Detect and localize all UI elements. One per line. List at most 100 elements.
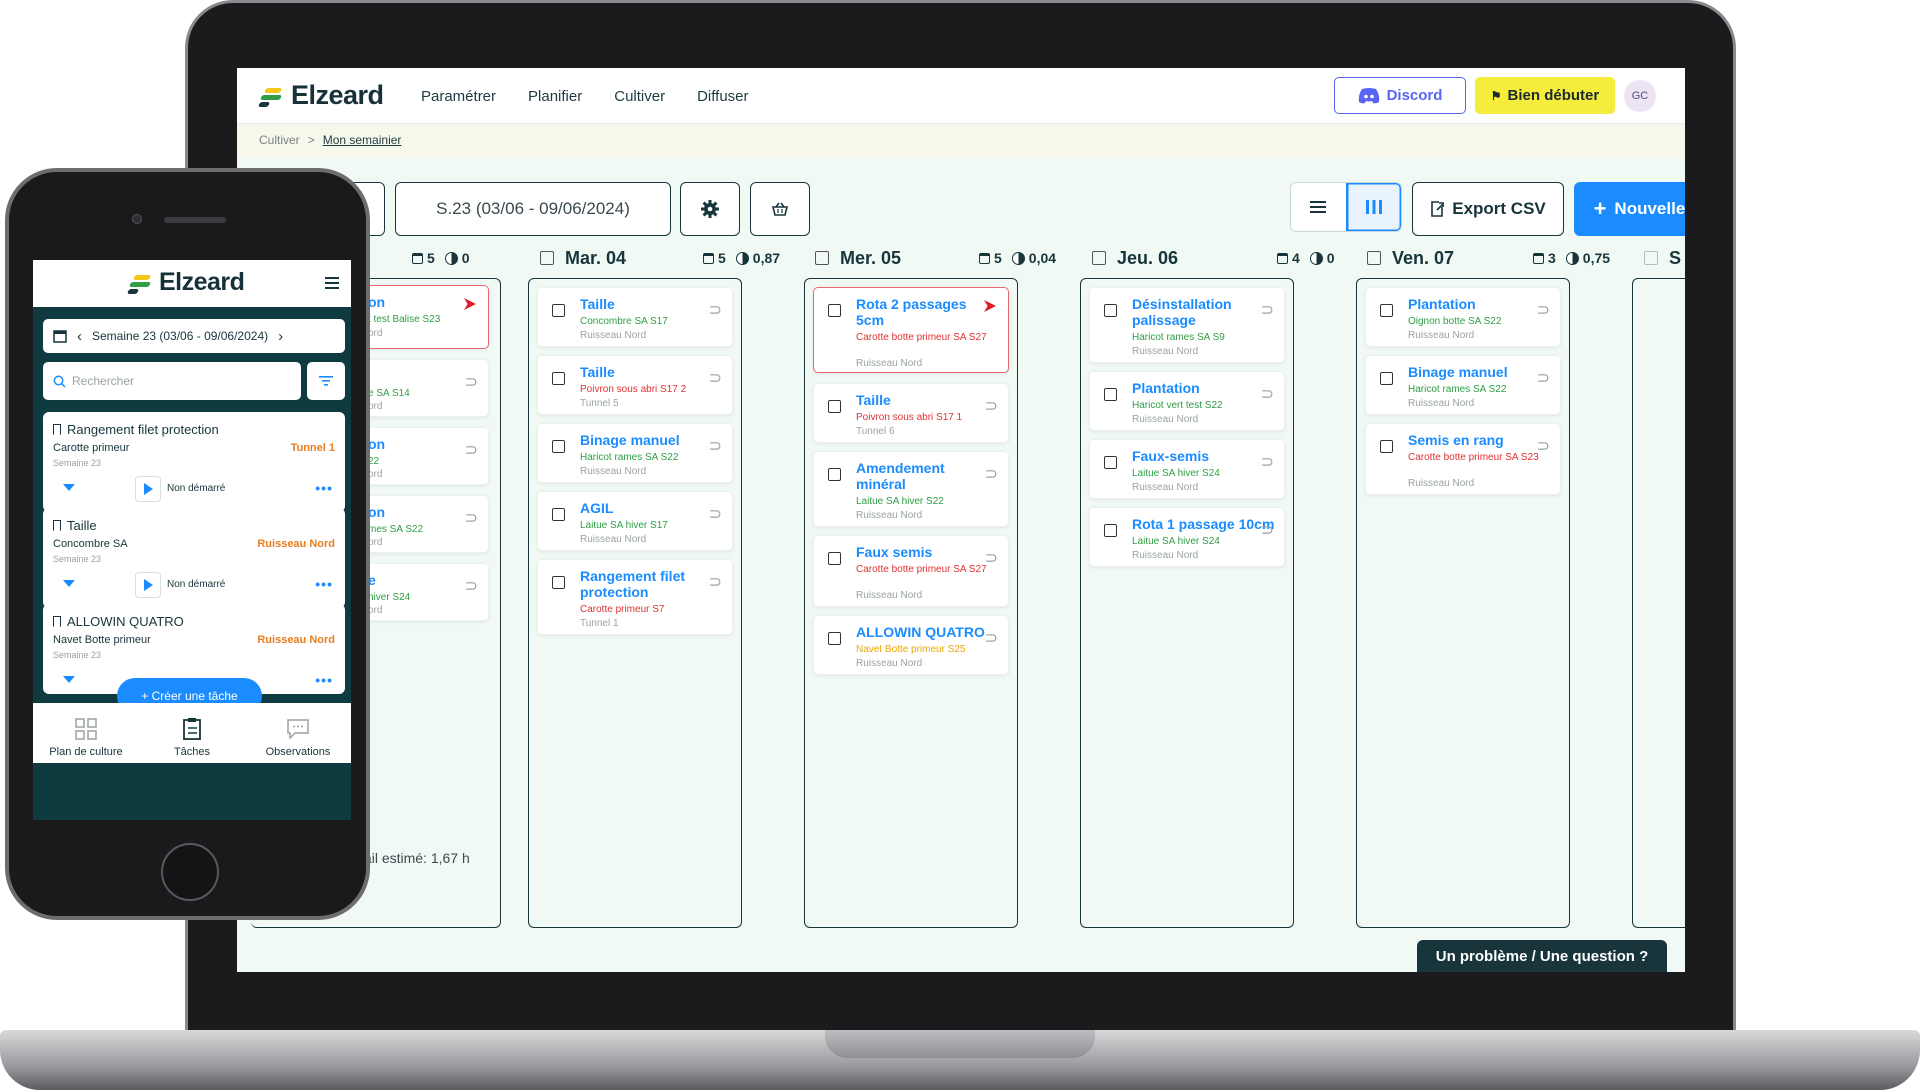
expand-icon[interactable]	[63, 484, 75, 491]
new-task-button[interactable]: + Nouvelle tâche	[1574, 182, 1685, 236]
postpone-icon[interactable]: ⊃	[1537, 368, 1550, 388]
postpone-icon[interactable]: ⊃	[709, 572, 722, 592]
task-checkbox[interactable]	[552, 508, 565, 521]
postpone-icon[interactable]: ⊃	[465, 440, 478, 460]
breadcrumb-current[interactable]: Mon semainier	[323, 133, 402, 147]
task-card[interactable]: Taille Poivron sous abri S17 2 Tunnel 5 …	[537, 355, 733, 415]
phone-home-button[interactable]	[161, 843, 219, 901]
task-card[interactable]: AGIL Laitue SA hiver S17 Ruisseau Nord ⊃	[537, 491, 733, 551]
breadcrumb-parent[interactable]: Cultiver	[259, 133, 300, 147]
postpone-icon[interactable]: ⊃	[1537, 436, 1550, 456]
day-select-checkbox[interactable]	[540, 251, 554, 265]
bookmark-icon[interactable]	[53, 424, 61, 435]
task-checkbox[interactable]	[828, 468, 841, 481]
task-checkbox[interactable]	[828, 400, 841, 413]
next-week-icon[interactable]: ›	[278, 328, 283, 345]
task-checkbox[interactable]	[828, 304, 841, 317]
postpone-icon[interactable]: ⊃	[709, 504, 722, 524]
task-checkbox[interactable]	[1104, 524, 1117, 537]
mobile-search-input[interactable]: Rechercher	[43, 362, 301, 400]
postpone-icon[interactable]: ⊃	[985, 548, 998, 568]
tab-plan-de-culture[interactable]: Plan de culture	[33, 703, 139, 763]
basket-button[interactable]	[750, 182, 810, 236]
mobile-task-card[interactable]: Taille Concombre SA Ruisseau Nord Semain…	[43, 508, 345, 608]
week-selector[interactable]: S.23 (03/06 - 09/06/2024)	[395, 182, 671, 236]
task-card[interactable]: Plantation Oignon botte SA S22 Ruisseau …	[1365, 287, 1561, 347]
postpone-icon[interactable]: ⊃	[1261, 384, 1274, 404]
prev-week-icon[interactable]: ‹	[77, 328, 82, 345]
nav-cultiver[interactable]: Cultiver	[614, 88, 665, 105]
postpone-icon[interactable]: ⊃	[1261, 452, 1274, 472]
task-card[interactable]: Rota 2 passages 5cm Carotte botte primeu…	[813, 287, 1009, 373]
task-checkbox[interactable]	[1104, 304, 1117, 317]
postpone-icon[interactable]: ⊃	[985, 628, 998, 648]
postpone-icon[interactable]: ⊃	[1261, 300, 1274, 320]
postpone-icon[interactable]: ⊃	[985, 464, 998, 484]
task-checkbox[interactable]	[1104, 456, 1117, 469]
postpone-icon[interactable]: ⊃	[709, 368, 722, 388]
mobile-week-selector[interactable]: ‹ Semaine 23 (03/06 - 09/06/2024) ›	[43, 319, 345, 353]
task-checkbox[interactable]	[1380, 304, 1393, 317]
task-card[interactable]: Faux-semis Laitue SA hiver S24 Ruisseau …	[1089, 439, 1285, 499]
expand-icon[interactable]	[63, 676, 75, 683]
postpone-icon[interactable]: ⊃	[465, 508, 478, 528]
discord-button[interactable]: Discord	[1334, 77, 1466, 114]
menu-icon[interactable]	[325, 277, 339, 292]
expand-icon[interactable]	[63, 580, 75, 587]
app-logo[interactable]: Elzeard	[257, 80, 384, 111]
task-card[interactable]: ALLOWIN QUATRO Navet Botte primeur S25 R…	[813, 615, 1009, 675]
bookmark-icon[interactable]	[53, 520, 61, 531]
task-checkbox[interactable]	[828, 552, 841, 565]
help-button[interactable]: Un problème / Une question ?	[1417, 940, 1667, 972]
task-card[interactable]: Rota 1 passage 10cm Laitue SA hiver S24 …	[1089, 507, 1285, 567]
postpone-icon[interactable]: ⊃	[465, 576, 478, 596]
list-view-button[interactable]	[1291, 183, 1346, 231]
nav-diffuser[interactable]: Diffuser	[697, 88, 748, 105]
day-select-checkbox[interactable]	[815, 251, 829, 265]
task-checkbox[interactable]	[552, 576, 565, 589]
postpone-icon[interactable]: ⊃	[985, 396, 998, 416]
postpone-icon[interactable]: ⊃	[709, 300, 722, 320]
task-card[interactable]: Amendement minéral Laitue SA hiver S22 R…	[813, 451, 1009, 527]
user-avatar[interactable]: GC	[1624, 80, 1656, 112]
start-task-button[interactable]	[135, 572, 161, 598]
nav-parametrer[interactable]: Paramétrer	[421, 88, 496, 105]
task-card[interactable]: Taille Concombre SA S17 Ruisseau Nord ⊃	[537, 287, 733, 347]
nav-planifier[interactable]: Planifier	[528, 88, 582, 105]
task-checkbox[interactable]	[1380, 372, 1393, 385]
day-select-checkbox[interactable]	[1367, 251, 1381, 265]
start-task-button[interactable]	[135, 476, 161, 502]
bookmark-icon[interactable]	[53, 616, 61, 627]
mobile-task-card[interactable]: Rangement filet protection Carotte prime…	[43, 412, 345, 512]
task-card[interactable]: Rangement filet protection Carotte prime…	[537, 559, 733, 635]
tab-observations[interactable]: Observations	[245, 703, 351, 763]
task-card[interactable]: Semis en rang Carotte botte primeur SA S…	[1365, 423, 1561, 495]
task-card[interactable]: Plantation Haricot vert test S22 Ruissea…	[1089, 371, 1285, 431]
task-checkbox[interactable]	[552, 440, 565, 453]
mobile-logo[interactable]: Elzeard	[126, 268, 245, 297]
postpone-icon[interactable]: ⊃	[1537, 300, 1550, 320]
task-checkbox[interactable]	[1380, 440, 1393, 453]
task-checkbox[interactable]	[828, 632, 841, 645]
task-card[interactable]: Binage manuel Haricot rames SA S22 Ruiss…	[537, 423, 733, 483]
task-checkbox[interactable]	[1104, 388, 1117, 401]
postpone-icon[interactable]: ⊃	[709, 436, 722, 456]
task-checkbox[interactable]	[552, 372, 565, 385]
task-card[interactable]: Faux semis Carotte botte primeur SA S27 …	[813, 535, 1009, 607]
settings-button[interactable]	[680, 182, 740, 236]
task-card[interactable]: Binage manuel Haricot rames SA S22 Ruiss…	[1365, 355, 1561, 415]
postpone-icon[interactable]: ⊃	[1261, 520, 1274, 540]
postpone-icon[interactable]: ⊃	[465, 372, 478, 392]
tab-taches[interactable]: Tâches	[139, 703, 245, 763]
board-view-button[interactable]	[1345, 183, 1401, 231]
getting-started-button[interactable]: ⚑ Bien débuter	[1475, 77, 1615, 114]
day-select-checkbox[interactable]	[1644, 251, 1658, 265]
export-csv-button[interactable]: Export CSV	[1412, 182, 1564, 236]
task-card[interactable]: Désinstallation palissage Haricot rames …	[1089, 287, 1285, 363]
filter-button[interactable]	[307, 362, 345, 400]
task-checkbox[interactable]	[552, 304, 565, 317]
more-options-icon[interactable]: •••	[315, 576, 333, 592]
more-options-icon[interactable]: •••	[315, 672, 333, 688]
task-card[interactable]: Taille Poivron sous abri S17 1 Tunnel 6 …	[813, 383, 1009, 443]
day-select-checkbox[interactable]	[1092, 251, 1106, 265]
